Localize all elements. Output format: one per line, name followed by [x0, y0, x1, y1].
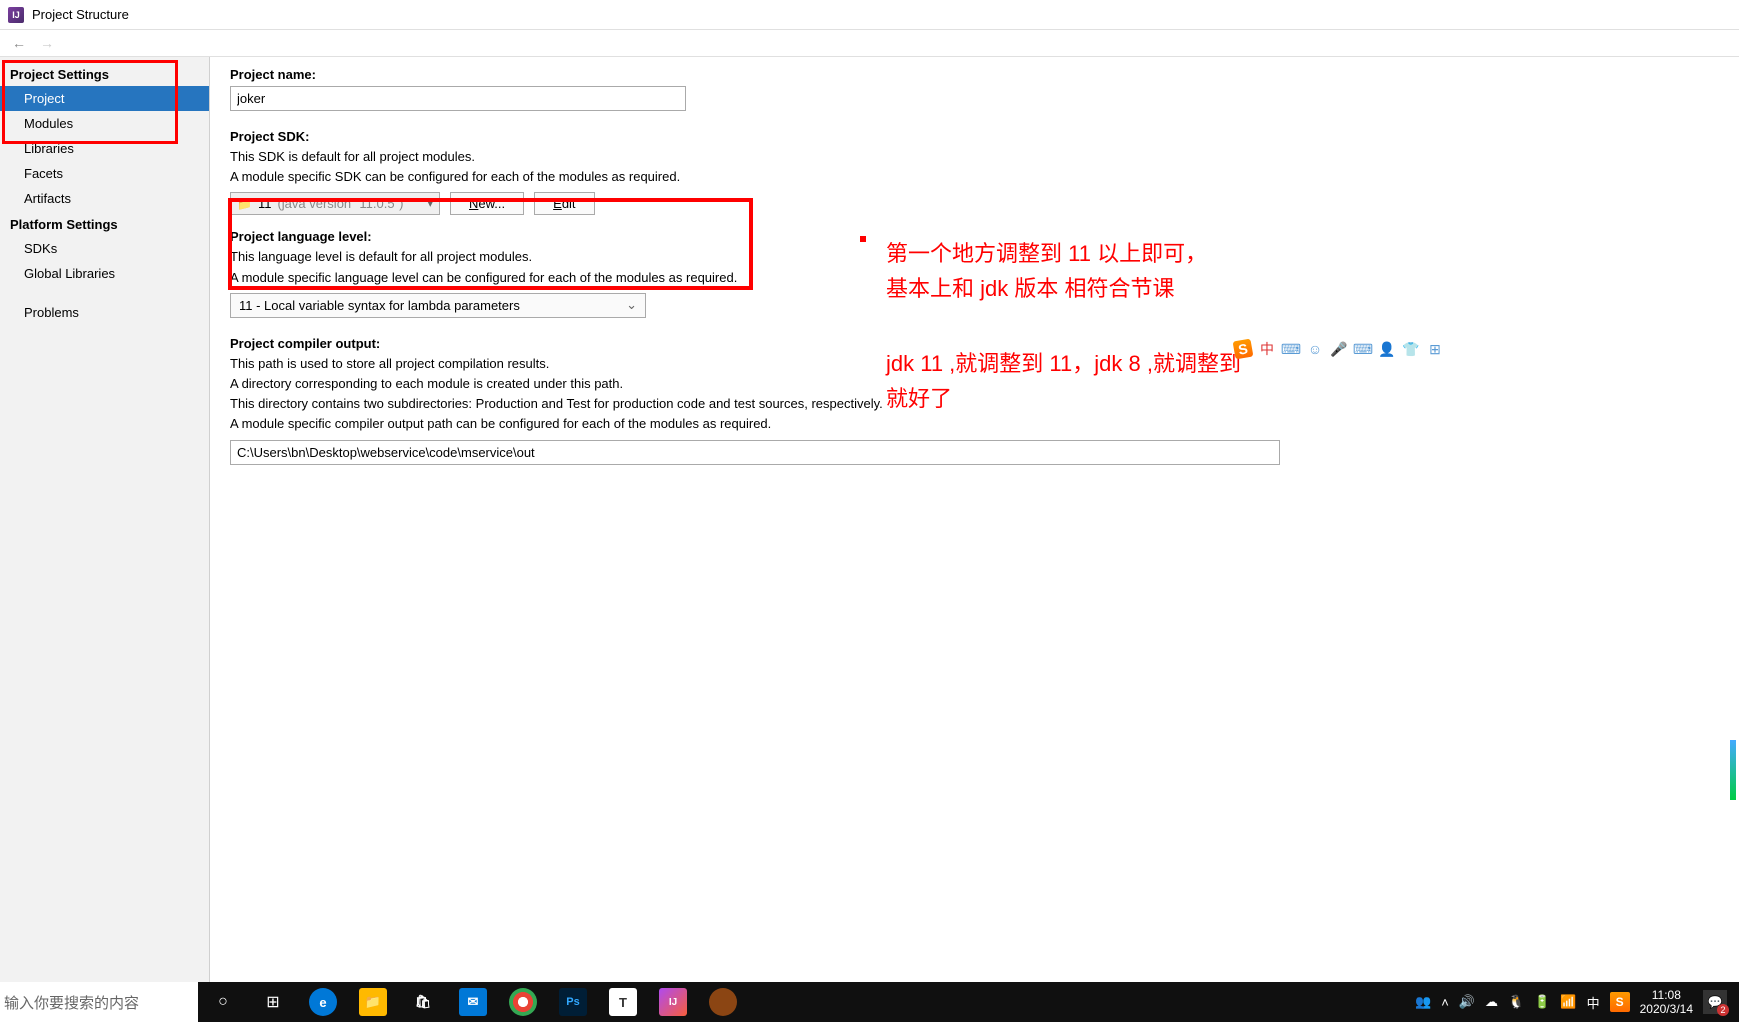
notification-icon[interactable]: 💬 [1703, 990, 1727, 1014]
penguin-icon[interactable]: 🐧 [1508, 994, 1524, 1010]
output-desc-4: A module specific compiler output path c… [230, 415, 1719, 433]
keyboard2-icon[interactable]: ⌨ [1354, 340, 1372, 358]
volume-icon[interactable]: 🔊 [1459, 994, 1475, 1010]
sdk-value: 11 [258, 196, 272, 211]
edit-button[interactable]: Edit [534, 192, 594, 215]
wifi-icon[interactable]: 📶 [1560, 994, 1576, 1010]
sidebar-header-project-settings: Project Settings [0, 61, 209, 86]
taskbar: 输入你要搜索的内容 ○ ⊞ e 📁 🛍 ✉ Ps T IJ 👥 ˄ 🔊 ☁ 🐧 … [0, 982, 1739, 1022]
taskbar-app-circle[interactable] [698, 982, 748, 1022]
project-sdk-label: Project SDK: [230, 129, 1719, 144]
mic-icon[interactable]: 🎤 [1330, 340, 1348, 358]
sdk-desc-1: This SDK is default for all project modu… [230, 148, 1719, 166]
taskbar-search[interactable]: 输入你要搜索的内容 [0, 982, 198, 1022]
task-view-icon[interactable]: ⊞ [248, 982, 298, 1022]
app-icon: IJ [8, 7, 24, 23]
taskbar-t-app[interactable]: T [598, 982, 648, 1022]
ime-text-icon[interactable]: 中 [1258, 340, 1276, 358]
ime-tray[interactable]: 中 [1587, 993, 1600, 1012]
clock[interactable]: 11:08 2020/3/14 [1640, 988, 1693, 1017]
taskbar-photoshop[interactable]: Ps [548, 982, 598, 1022]
system-tray: 👥 ˄ 🔊 ☁ 🐧 🔋 📶 中 S 11:08 2020/3/14 💬 [1415, 988, 1739, 1017]
language-level-value: 11 - Local variable syntax for lambda pa… [239, 298, 520, 313]
sidebar-item-sdks[interactable]: SDKs [0, 236, 209, 261]
sidebar: Project Settings Project Modules Librari… [0, 57, 210, 982]
emoji-icon[interactable]: ☺ [1306, 340, 1324, 358]
sidebar-item-global-libraries[interactable]: Global Libraries [0, 261, 209, 286]
taskbar-store[interactable]: 🛍 [398, 982, 448, 1022]
sidebar-item-facets[interactable]: Facets [0, 161, 209, 186]
project-name-label: Project name: [230, 67, 1719, 82]
skin-icon[interactable]: 👕 [1402, 340, 1420, 358]
people-icon[interactable]: 👥 [1415, 994, 1431, 1010]
battery-icon[interactable]: 🔋 [1534, 994, 1550, 1010]
taskbar-edge[interactable]: e [298, 982, 348, 1022]
sidebar-item-project[interactable]: Project [0, 86, 209, 111]
forward-arrow-icon[interactable]: → [40, 35, 54, 51]
language-level-dropdown[interactable]: 11 - Local variable syntax for lambda pa… [230, 293, 646, 318]
tray-up-icon[interactable]: ˄ [1441, 995, 1449, 1010]
back-arrow-icon[interactable]: ← [12, 35, 26, 51]
sidebar-item-modules[interactable]: Modules [0, 111, 209, 136]
annotation-text-2: jdk 11 ,就调整到 11，jdk 8 ,就调整到 就好了 [886, 346, 1241, 416]
taskbar-chrome[interactable] [498, 982, 548, 1022]
floating-tray-icons: S 中 ⌨ ☺ 🎤 ⌨ 👤 👕 ⊞ [1234, 340, 1444, 358]
folder-icon: 📁 [237, 197, 252, 211]
user-icon[interactable]: 👤 [1378, 340, 1396, 358]
nav-arrows: ← → [0, 30, 1739, 56]
sdk-dropdown[interactable]: 📁 11 (java version "11.0.5") [230, 192, 440, 215]
sidebar-header-platform-settings: Platform Settings [0, 211, 209, 236]
content-pane: Project name: Project SDK: This SDK is d… [210, 57, 1739, 982]
window-title: Project Structure [32, 7, 129, 22]
taskbar-mail[interactable]: ✉ [448, 982, 498, 1022]
sidebar-item-problems[interactable]: Problems [0, 300, 209, 325]
project-name-input[interactable] [230, 86, 686, 111]
taskbar-intellij[interactable]: IJ [648, 982, 698, 1022]
onedrive-icon[interactable]: ☁ [1485, 994, 1498, 1010]
toolbox-icon[interactable]: ⊞ [1426, 340, 1444, 358]
sidebar-item-artifacts[interactable]: Artifacts [0, 186, 209, 211]
sogou-icon[interactable]: S [1233, 339, 1254, 360]
new-button[interactable]: New... [450, 192, 524, 215]
annotation-text-1: 第一个地方调整到 11 以上即可， 基本上和 jdk 版本 相符合节课 [886, 236, 1207, 306]
cortana-icon[interactable]: ○ [198, 982, 248, 1022]
taskbar-explorer[interactable]: 📁 [348, 982, 398, 1022]
sidebar-item-libraries[interactable]: Libraries [0, 136, 209, 161]
sdk-version-gray: (java version "11.0.5") [277, 196, 403, 211]
keyboard-icon[interactable]: ⌨ [1282, 340, 1300, 358]
sogou-tray-icon[interactable]: S [1610, 992, 1630, 1012]
sdk-desc-2: A module specific SDK can be configured … [230, 168, 1719, 186]
titlebar: IJ Project Structure [0, 0, 1739, 30]
scroll-indicator [1730, 740, 1736, 800]
annotation-dot [860, 236, 866, 242]
compiler-output-input[interactable] [230, 440, 1280, 465]
